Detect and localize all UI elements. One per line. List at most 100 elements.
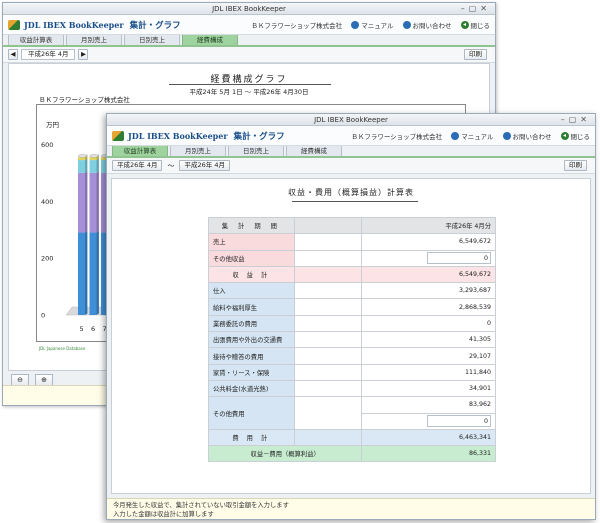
- table-row: その他収益 0: [208, 249, 496, 267]
- table-header-row: 集 計 期 間 平成26年 4月分: [208, 216, 496, 235]
- x-tick-label: 6: [91, 325, 95, 333]
- statement-panel: 収益・費用（概算損益）計算表 集 計 期 間 平成26年 4月分 売上 6,54…: [111, 178, 591, 494]
- title-bar: JDL IBEX BookKeeper –▢✕: [3, 3, 495, 15]
- y-tick-label: 600: [41, 141, 53, 149]
- contact-link[interactable]: お問い合わせ: [502, 131, 552, 141]
- company-name: ＢＫフラワーショップ株式会社: [251, 22, 343, 30]
- tab-expense-composition[interactable]: 経費構成: [286, 145, 342, 156]
- table-row: 給料や福利厚生 2,868,539: [208, 298, 496, 316]
- bar-side: [85, 158, 88, 173]
- hint-footer: 今月発生した収益で、集計されていない取引金額を入力します 入力した金額は収益計に…: [107, 498, 595, 519]
- manual-link[interactable]: マニュアル: [351, 20, 394, 30]
- income-total-label: 収 益 計: [208, 265, 295, 284]
- other-expense-value: 83,962: [361, 396, 496, 414]
- close-icon: ◂: [560, 132, 569, 140]
- period-header-label: 集 計 期 間: [208, 216, 295, 235]
- brand-name: JDL IBEX BookKeeper: [24, 19, 124, 30]
- section-title: 集計・グラフ: [233, 131, 285, 142]
- y-tick-label: 200: [41, 255, 53, 263]
- window-controls[interactable]: –▢✕: [561, 114, 591, 126]
- sales-label: 売上: [208, 233, 295, 251]
- period-display: 平成26年 4月: [21, 49, 76, 60]
- table-row: 仕入 3,293,687: [208, 282, 496, 300]
- table-row: 家賃・リース・保険 111,840: [208, 363, 496, 381]
- manual-icon: [451, 132, 460, 140]
- period-header-value: 平成26年 4月分: [361, 216, 496, 235]
- other-expense-input[interactable]: 0: [427, 415, 491, 428]
- tab-expense-composition[interactable]: 経費構成: [182, 34, 238, 45]
- table-row: 業務委託の費用 0: [208, 314, 496, 333]
- window-income-statement: JDL IBEX BookKeeper –▢✕ JDL IBEX BookKee…: [106, 113, 596, 520]
- table-row: 費 用 計 6,463,341: [208, 428, 496, 447]
- report-title: 収益・費用（概算損益）計算表: [288, 188, 414, 197]
- tab-daily-sales[interactable]: 日別売上: [228, 145, 284, 156]
- bar-segment: [89, 157, 97, 161]
- period-to-select[interactable]: 平成26年 4月: [179, 160, 230, 171]
- close-button[interactable]: ◂ 閉じる: [460, 20, 490, 30]
- window-title: JDL IBEX BookKeeper: [314, 116, 388, 124]
- contact-icon: [402, 21, 411, 29]
- section-title: 集計・グラフ: [129, 20, 181, 31]
- expense-value: 3,293,687: [361, 282, 496, 300]
- manual-link[interactable]: マニュアル: [451, 131, 494, 141]
- expense-value: 34,901: [361, 379, 496, 398]
- bar-segment: [89, 232, 97, 315]
- print-button[interactable]: 印刷: [564, 160, 587, 171]
- expense-value: 41,305: [361, 331, 496, 349]
- expense-value: 111,840: [361, 363, 496, 381]
- table-row: 収 益 計 6,549,672: [208, 265, 496, 284]
- contact-link[interactable]: お問い合わせ: [402, 20, 452, 30]
- range-separator: ～: [167, 161, 175, 170]
- manual-icon: [351, 21, 360, 29]
- bar-side: [96, 171, 99, 233]
- expense-label: 出張費用や外出の交通費: [208, 331, 295, 349]
- expense-label: 業務委託の費用: [208, 314, 295, 333]
- app-header: JDL IBEX BookKeeper 集計・グラフ ＢＫフラワーショップ株式会…: [107, 126, 595, 146]
- y-tick-label: 0: [41, 312, 45, 320]
- bar-side: [85, 171, 88, 233]
- income-statement-table: 集 計 期 間 平成26年 4月分 売上 6,549,672 その他収益 0 収…: [207, 216, 496, 463]
- table-row: 接待や贈答の費用 29,107: [208, 347, 496, 365]
- expense-label: 家賃・リース・保険: [208, 363, 295, 381]
- tab-monthly-sales[interactable]: 月別売上: [66, 34, 122, 45]
- tab-monthly-sales[interactable]: 月別売上: [170, 145, 226, 156]
- bar-segment: [89, 160, 97, 173]
- tab-income-statement[interactable]: 収益計算表: [112, 145, 168, 156]
- expense-label: 給料や福利厚生: [208, 298, 295, 316]
- tab-daily-sales[interactable]: 日別売上: [124, 34, 180, 45]
- copyright: JDL Japanese Database: [39, 346, 86, 351]
- window-controls[interactable]: –▢✕: [461, 3, 491, 15]
- expense-value: 0: [361, 314, 496, 333]
- bar-side: [96, 158, 99, 173]
- logo-icon: [112, 130, 124, 141]
- toolbar: ◀ 平成26年 4月 ▶ 印刷: [3, 47, 495, 63]
- hint-line-2: 入力した金額は収益計に加算します: [113, 510, 214, 518]
- sales-value: 6,549,672: [361, 233, 496, 251]
- app-header: JDL IBEX BookKeeper 集計・グラフ ＢＫフラワーショップ株式会…: [3, 15, 495, 35]
- title-underline: [292, 201, 418, 202]
- table-row: 出張費用や外出の交通費 41,305: [208, 331, 496, 349]
- table-row: その他費用 83,962: [208, 396, 496, 430]
- expense-total-value: 6,463,341: [361, 428, 496, 447]
- expense-value: 29,107: [361, 347, 496, 365]
- tab-income-statement[interactable]: 収益計算表: [8, 34, 64, 45]
- profit-label: 収益－費用（概算利益）: [207, 445, 363, 463]
- magnifier-plus-icon: ⊕: [41, 376, 47, 384]
- close-icon: ◂: [460, 21, 469, 29]
- prev-period-button[interactable]: ◀: [8, 49, 18, 60]
- bar-top: [78, 154, 87, 158]
- other-income-input[interactable]: 0: [427, 252, 491, 265]
- expense-label: 公共料金(水道光熱): [208, 379, 295, 398]
- expense-value: 2,868,539: [361, 298, 496, 316]
- x-tick-label: 5: [80, 325, 84, 333]
- expense-label: 接待や贈答の費用: [208, 347, 295, 365]
- bar-side: [85, 230, 88, 315]
- profit-value: 86,331: [361, 445, 496, 463]
- expense-total-label: 費 用 計: [208, 428, 295, 447]
- period-from-select[interactable]: 平成26年 4月: [112, 160, 163, 171]
- title-bar: JDL IBEX BookKeeper –▢✕: [107, 114, 595, 126]
- logo-icon: [8, 19, 20, 30]
- close-button[interactable]: ◂ 閉じる: [560, 131, 590, 141]
- print-button[interactable]: 印刷: [464, 49, 487, 60]
- next-period-button[interactable]: ▶: [78, 49, 89, 60]
